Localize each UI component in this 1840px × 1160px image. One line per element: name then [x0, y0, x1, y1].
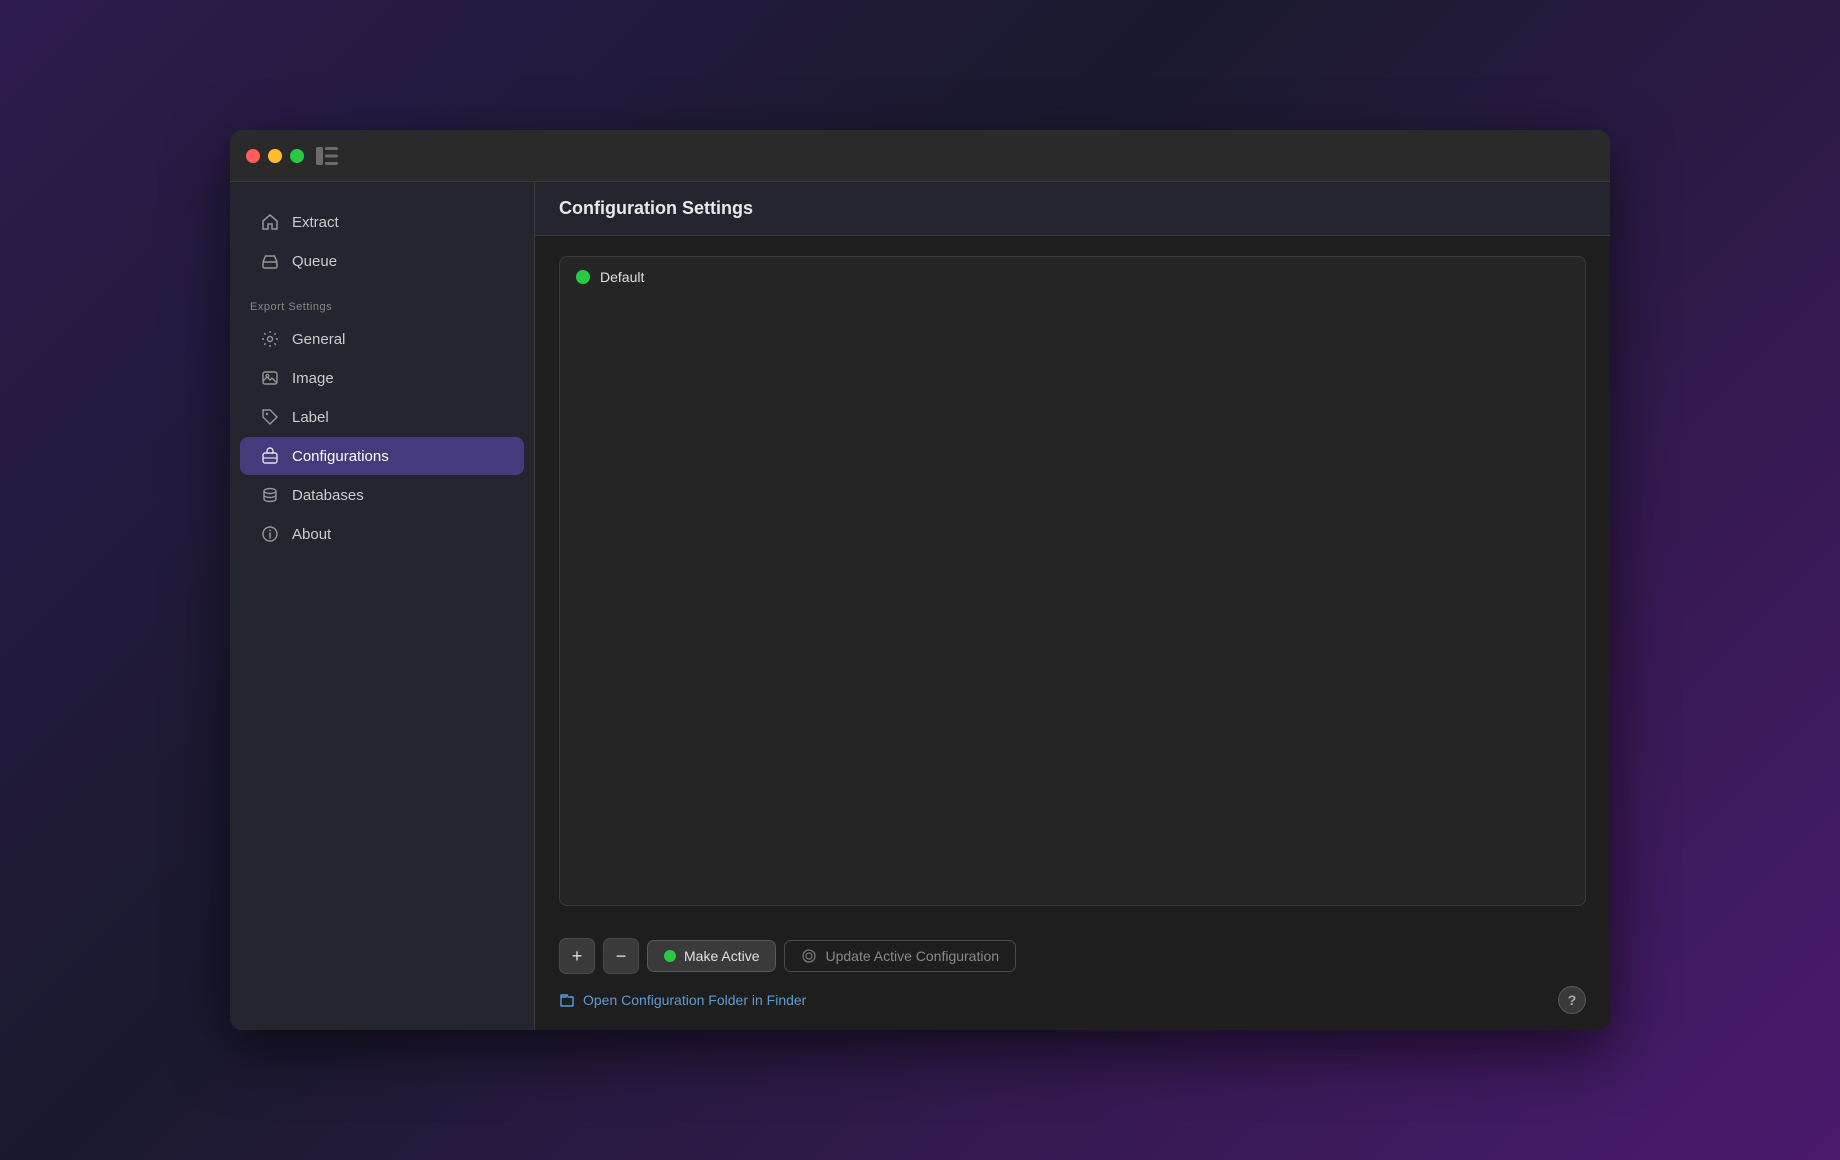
sidebar-item-databases[interactable]: Databases — [240, 476, 524, 514]
refresh-icon — [801, 948, 817, 964]
briefcase-icon — [260, 446, 280, 466]
config-list-empty-space — [560, 297, 1585, 905]
app-window: Extract Queue Export Settings — [230, 130, 1610, 1030]
sidebar-item-image[interactable]: Image — [240, 359, 524, 397]
make-active-label: Make Active — [684, 948, 759, 964]
maximize-button[interactable] — [290, 149, 304, 163]
sidebar-item-general[interactable]: General — [240, 320, 524, 358]
sidebar-item-queue-label: Queue — [292, 253, 337, 270]
open-folder-label: Open Configuration Folder in Finder — [583, 992, 806, 1008]
remove-config-button[interactable]: − — [603, 938, 639, 974]
sidebar-item-label-label: Label — [292, 409, 329, 426]
config-item-default[interactable]: Default — [560, 257, 1585, 297]
add-config-button[interactable]: + — [559, 938, 595, 974]
footer-buttons: + − Make Active — [559, 938, 1586, 974]
update-active-config-label: Update Active Configuration — [825, 948, 999, 964]
content-header: Configuration Settings — [535, 182, 1610, 236]
question-mark-icon: ? — [1568, 992, 1577, 1008]
sidebar: Extract Queue Export Settings — [230, 182, 535, 1030]
titlebar — [230, 130, 1610, 182]
make-active-button[interactable]: Make Active — [647, 940, 776, 972]
content-body: Default — [535, 236, 1610, 926]
content-footer: + − Make Active — [535, 926, 1610, 1030]
sidebar-item-extract[interactable]: Extract — [240, 203, 524, 241]
open-config-folder-link[interactable]: Open Configuration Folder in Finder — [559, 992, 806, 1008]
sidebar-item-databases-label: Databases — [292, 487, 364, 504]
sidebar-item-about[interactable]: About — [240, 515, 524, 553]
image-icon — [260, 368, 280, 388]
page-title: Configuration Settings — [559, 198, 1586, 219]
info-icon — [260, 524, 280, 544]
sidebar-item-general-label: General — [292, 331, 345, 348]
export-settings-section-label: Export Settings — [230, 293, 534, 319]
status-active-dot — [576, 270, 590, 284]
main-layout: Extract Queue Export Settings — [230, 182, 1610, 1030]
tray-icon — [260, 251, 280, 271]
tag-icon — [260, 407, 280, 427]
config-item-name: Default — [600, 269, 644, 285]
gear-icon — [260, 329, 280, 349]
help-button[interactable]: ? — [1558, 986, 1586, 1014]
plus-icon: + — [572, 946, 583, 967]
sidebar-item-about-label: About — [292, 526, 331, 543]
footer-bottom: Open Configuration Folder in Finder ? — [559, 986, 1586, 1014]
config-list: Default — [559, 256, 1586, 906]
content-area: Configuration Settings Default + — [535, 182, 1610, 1030]
sidebar-item-configurations[interactable]: Configurations — [240, 437, 524, 475]
sidebar-item-configurations-label: Configurations — [292, 448, 389, 465]
folder-icon — [559, 992, 575, 1008]
update-active-config-button[interactable]: Update Active Configuration — [784, 940, 1016, 972]
close-button[interactable] — [246, 149, 260, 163]
active-status-dot — [664, 950, 676, 962]
traffic-lights — [246, 149, 304, 163]
minus-icon: − — [616, 946, 627, 967]
sidebar-item-extract-label: Extract — [292, 214, 339, 231]
database-icon — [260, 485, 280, 505]
sidebar-toggle-button[interactable] — [316, 147, 338, 165]
house-icon — [260, 212, 280, 232]
sidebar-item-image-label: Image — [292, 370, 334, 387]
sidebar-item-label[interactable]: Label — [240, 398, 524, 436]
sidebar-item-queue[interactable]: Queue — [240, 242, 524, 280]
minimize-button[interactable] — [268, 149, 282, 163]
